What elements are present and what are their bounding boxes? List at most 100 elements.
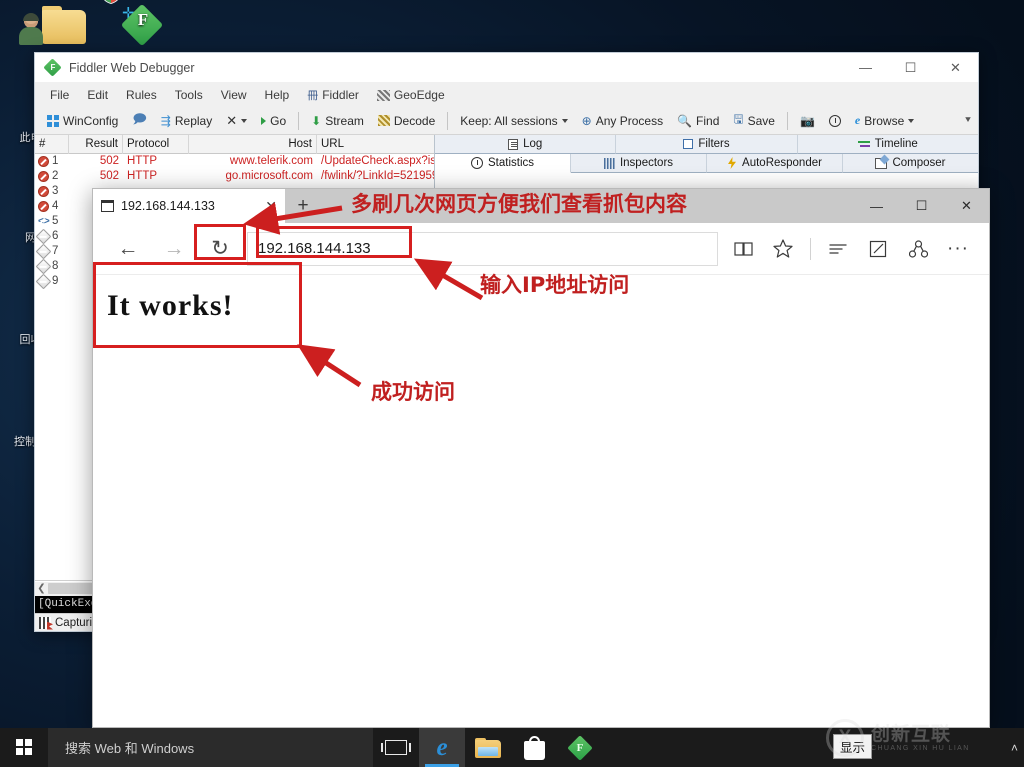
session-protocol: HTTP [123,154,189,169]
table-row[interactable]: 1 502 HTTP www.telerik.com /UpdateCheck.… [35,154,434,169]
menu-help[interactable]: Help [256,85,299,105]
web-note-icon[interactable] [859,230,897,268]
tab-statistics[interactable]: Statistics [435,154,571,173]
comment-button[interactable]: 🗩 [126,108,152,134]
address-bar[interactable]: 192.168.144.133 [247,232,718,266]
error-icon [38,201,49,212]
chevron-down-icon [908,119,914,123]
toolbar-separator [787,112,788,130]
desktop-icon-fiddler[interactable]: ✛ F [88,4,152,50]
fiddler-titlebar[interactable]: F Fiddler Web Debugger — ☐ ✕ [35,53,978,83]
filter-icon [683,139,693,149]
more-icon[interactable]: ··· [939,230,977,268]
winconfig-button[interactable]: WinConfig [41,112,124,130]
browse-button[interactable]: e Browse [849,111,920,130]
fiddler-minimize-button[interactable]: — [843,53,888,83]
tab-filters[interactable]: Filters [616,135,797,154]
close-x-icon: ✕ [226,113,237,129]
menu-rules[interactable]: Rules [117,85,166,105]
browser-tab[interactable]: 192.168.144.133 ✕ [93,189,285,223]
taskbar-file-explorer-button[interactable] [465,728,511,767]
tab-timeline[interactable]: Timeline [798,135,978,154]
process-filter-button[interactable]: ⊕ Any Process [576,112,669,130]
composer-icon [875,158,887,169]
session-number: 9 [52,274,58,289]
edge-tabstrip: 192.168.144.133 ✕ + — ☐ ✕ [93,189,989,223]
session-host: go.microsoft.com [189,169,317,184]
edge-maximize-button[interactable]: ☐ [899,189,944,223]
hub-icon[interactable] [819,230,857,268]
session-protocol: HTTP [123,169,189,184]
taskbar-fiddler-button[interactable]: F [557,728,603,767]
capturing-icon[interactable] [39,617,51,629]
tab-close-icon[interactable]: ✕ [265,198,277,215]
menu-file[interactable]: File [41,85,78,105]
timer-button[interactable] [823,113,847,129]
column-result[interactable]: Result [69,135,123,154]
column-host[interactable]: Host [189,135,317,154]
new-tab-button[interactable]: + [285,189,321,223]
clock-icon [471,157,483,169]
go-button[interactable]: Go [255,112,292,130]
fiddler-maximize-button[interactable]: ☐ [888,53,933,83]
watermark-mark: X [829,722,861,754]
column-protocol[interactable]: Protocol [123,135,189,154]
screenshot-button[interactable]: 📷 [794,112,821,130]
stream-button[interactable]: ⬇ Stream [305,112,370,130]
toolbar-overflow-icon[interactable]: ⯆ [964,115,972,126]
keep-sessions-dropdown[interactable]: Keep: All sessions [454,112,573,130]
edge-icon: e [436,735,447,760]
column-number[interactable]: # [35,135,69,154]
menu-view[interactable]: View [212,85,256,105]
remove-button[interactable]: ✕ [220,111,253,131]
tab-filters-label: Filters [698,138,729,150]
share-icon[interactable] [899,230,937,268]
forward-button[interactable]: → [151,229,197,269]
watermark: X 创新互联 CHUANG XIN HU LIAN [826,711,1016,765]
desktop-icon-user-folder[interactable] [10,6,74,52]
edge-toolbar-icons: ··· [724,230,977,268]
menu-tools[interactable]: Tools [166,85,212,105]
reading-view-icon[interactable] [724,230,762,268]
tab-inspectors[interactable]: Inspectors [571,154,707,173]
start-button[interactable] [0,728,48,767]
save-button[interactable]: 🖫 Save [727,108,781,133]
favorites-star-icon[interactable] [764,230,802,268]
task-view-button[interactable] [373,728,419,767]
column-url[interactable]: URL [317,135,434,154]
task-view-icon [385,740,407,755]
tab-log-label: Log [523,138,542,150]
find-button[interactable]: 🔍 Find [671,112,725,130]
tab-statistics-label: Statistics [488,157,534,169]
refresh-button[interactable]: ↻ [197,229,243,269]
bolt-icon [727,157,737,169]
menu-edit[interactable]: Edit [78,85,117,105]
taskbar-app-buttons: e F [373,728,603,767]
user-folder-icon [10,6,74,52]
taskbar-store-button[interactable] [511,728,557,767]
chevron-down-icon [562,119,568,123]
edge-close-button[interactable]: ✕ [944,189,989,223]
geoedge-icon [377,90,390,101]
tab-autoresponder[interactable]: AutoResponder [707,154,843,173]
find-label: Find [696,114,719,128]
table-row[interactable]: 2 502 HTTP go.microsoft.com /fwlink/?Lin… [35,169,434,184]
edge-browser-window[interactable]: 192.168.144.133 ✕ + — ☐ ✕ ← → ↻ 192.168.… [92,188,990,728]
taskbar-search-box[interactable]: 搜索 Web 和 Windows [48,728,373,767]
session-number: 8 [52,259,58,274]
decode-button[interactable]: Decode [372,112,441,130]
taskbar-edge-button[interactable]: e [419,728,465,767]
menu-geoedge[interactable]: GeoEdge [368,85,454,105]
back-button[interactable]: ← [105,229,151,269]
session-number: 2 [52,169,58,184]
fiddler-close-button[interactable]: ✕ [933,53,978,83]
replay-button[interactable]: ⇶ Replay [155,112,218,130]
tab-composer-label: Composer [892,157,945,169]
doc-icon [36,229,52,244]
scroll-left-icon[interactable]: ❮ [35,583,48,594]
tab-composer[interactable]: Composer [843,154,978,173]
menu-fiddler[interactable]: 冊 Fiddler [298,84,368,106]
edge-minimize-button[interactable]: — [854,189,899,223]
tab-inspectors-label: Inspectors [620,157,673,169]
tab-log[interactable]: Log [435,135,616,154]
